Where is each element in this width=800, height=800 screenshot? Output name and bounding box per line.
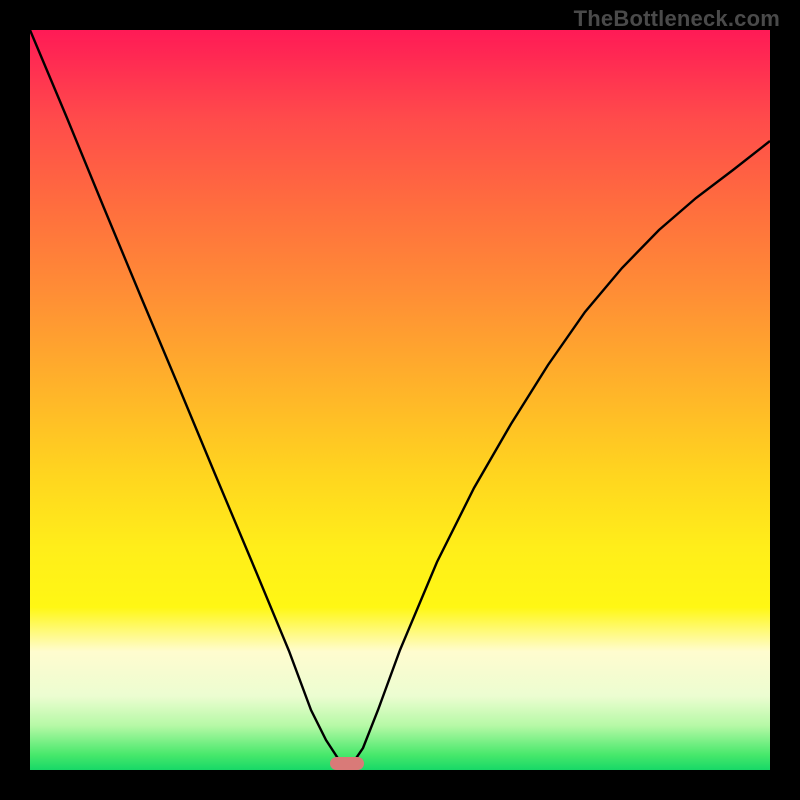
curve-left-branch bbox=[30, 30, 348, 770]
minimum-marker bbox=[330, 757, 364, 770]
chart-frame: TheBottleneck.com bbox=[0, 0, 800, 800]
bottleneck-curve bbox=[30, 30, 770, 770]
watermark-text: TheBottleneck.com bbox=[574, 6, 780, 32]
plot-area bbox=[30, 30, 770, 770]
curve-right-branch bbox=[348, 141, 770, 770]
